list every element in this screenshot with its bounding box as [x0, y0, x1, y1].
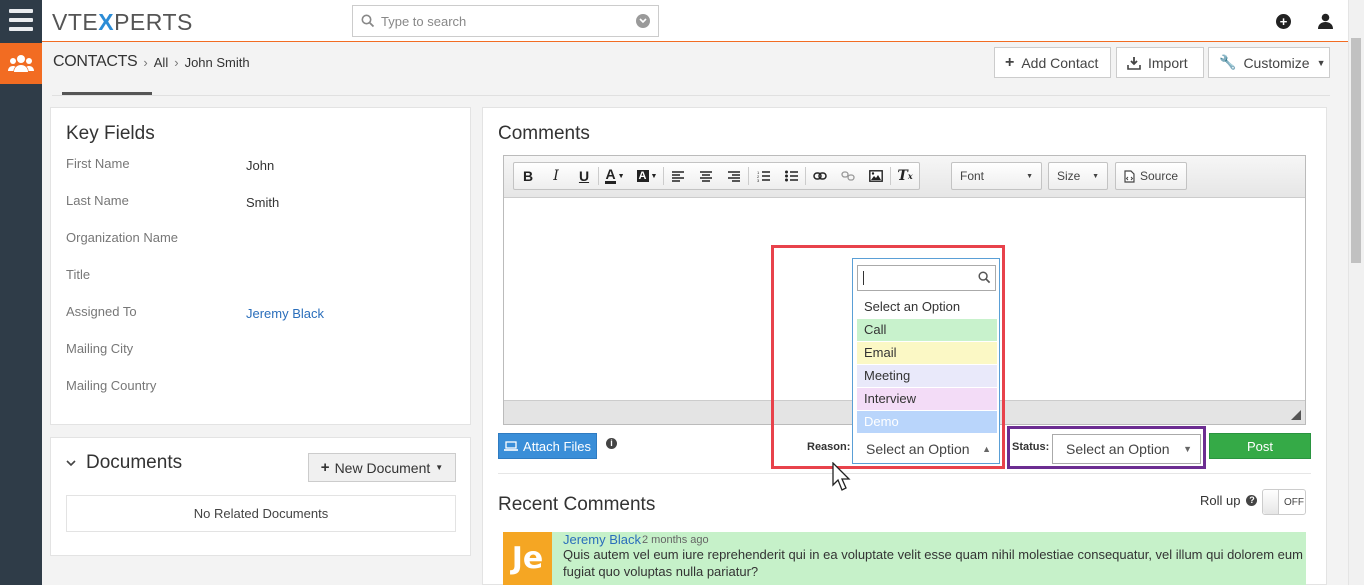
documents-toggle[interactable]: Documents — [66, 452, 182, 474]
reason-search-input[interactable] — [857, 265, 996, 291]
background-color-icon[interactable]: A ▼ — [631, 163, 663, 189]
reason-label: Reason: — [807, 441, 851, 453]
chevron-down-icon[interactable] — [636, 14, 650, 28]
caret-down-icon: ▼ — [1316, 57, 1326, 68]
key-fields-title: Key Fields — [66, 123, 155, 144]
breadcrumb: CONTACTS › All › John Smith — [53, 53, 250, 71]
left-rail — [0, 0, 42, 585]
resize-handle-icon[interactable] — [1291, 410, 1301, 420]
field-label: Mailing Country — [66, 378, 157, 393]
reason-option[interactable]: Call — [857, 319, 997, 341]
formatting-toolbar: B I U A ▼ A ▼ 123 Tx — [513, 162, 920, 190]
add-contact-button[interactable]: + Add Contact — [994, 47, 1111, 78]
field-label: Mailing City — [66, 341, 134, 356]
avatar: Je — [503, 532, 552, 585]
mouse-cursor-icon — [832, 461, 852, 497]
font-dropdown[interactable]: Font ▼ — [951, 162, 1042, 190]
source-button[interactable]: Source — [1115, 162, 1187, 190]
new-document-button[interactable]: + New Document ▼ — [308, 453, 456, 482]
reason-option[interactable]: Select an Option — [857, 296, 997, 318]
reason-option-highlighted[interactable]: Demo — [857, 411, 997, 433]
unlink-icon[interactable] — [834, 163, 862, 189]
align-center-icon[interactable] — [692, 163, 720, 189]
caret-up-icon: ▲ — [982, 443, 991, 454]
breadcrumb-module[interactable]: CONTACTS — [53, 53, 138, 71]
field-label: Last Name — [66, 193, 129, 208]
status-label: Status: — [1012, 441, 1050, 453]
plus-icon: + — [1005, 53, 1015, 71]
help-icon[interactable]: ? — [1246, 495, 1258, 506]
header-divider — [52, 95, 1330, 96]
comment-text: Quis autem vel eum iure reprehenderit qu… — [563, 547, 1303, 579]
comment-author[interactable]: Jeremy Black — [563, 532, 641, 547]
search-icon — [361, 14, 375, 28]
bullet-list-icon[interactable] — [777, 163, 805, 189]
import-button[interactable]: Import — [1116, 47, 1204, 78]
reason-option[interactable]: Email — [857, 342, 997, 364]
reason-select[interactable]: Select an Option ▲ — [852, 434, 1000, 464]
field-value-last-name[interactable]: Smith — [246, 195, 279, 210]
text-color-icon[interactable]: A ▼ — [599, 163, 631, 189]
field-value-first-name[interactable]: John — [246, 158, 274, 173]
status-select[interactable]: Select an Option ▼ — [1052, 434, 1201, 464]
download-icon — [1127, 56, 1141, 70]
comment-timestamp: 2 months ago — [642, 534, 709, 546]
contacts-module-icon[interactable] — [0, 43, 42, 84]
user-icon[interactable] — [1318, 13, 1333, 34]
caret-down-icon: ▼ — [435, 463, 444, 472]
field-label: Organization Name — [66, 230, 178, 245]
wrench-icon: 🔧 — [1219, 54, 1237, 70]
field-value-assigned-to[interactable]: Jeremy Black — [246, 306, 324, 321]
align-right-icon[interactable] — [720, 163, 748, 189]
recent-comments-title: Recent Comments — [498, 494, 656, 515]
menu-icon[interactable] — [9, 9, 33, 31]
breadcrumb-filter[interactable]: All — [154, 55, 168, 70]
chevron-right-icon: › — [174, 54, 179, 70]
underline-icon[interactable]: U — [570, 163, 598, 189]
search-placeholder[interactable]: Type to search — [381, 14, 636, 29]
rollup-toggle[interactable]: OFF — [1262, 489, 1306, 515]
field-label: Assigned To — [66, 304, 137, 319]
global-search[interactable]: Type to search — [352, 5, 659, 37]
caret-down-icon: ▼ — [1092, 172, 1099, 180]
svg-text:3: 3 — [757, 178, 760, 182]
post-button[interactable]: Post — [1209, 433, 1311, 459]
info-icon[interactable]: i — [606, 438, 617, 449]
bold-icon[interactable]: B — [514, 163, 542, 189]
top-bar — [42, 0, 1348, 42]
link-icon[interactable] — [806, 163, 834, 189]
remove-format-icon[interactable]: Tx — [891, 163, 919, 189]
caret-down-icon: ▼ — [1026, 172, 1033, 180]
field-label: First Name — [66, 156, 130, 171]
scrollbar-thumb[interactable] — [1351, 38, 1361, 263]
customize-button[interactable]: 🔧 Customize ▼ — [1208, 47, 1330, 78]
reason-option[interactable]: Meeting — [857, 365, 997, 387]
rollup-label: Roll up ? — [1200, 493, 1258, 508]
chevron-down-icon — [66, 459, 76, 466]
documents-title: Documents — [86, 452, 183, 473]
text-caret — [863, 271, 864, 285]
italic-icon[interactable]: I — [542, 163, 570, 189]
field-label: Title — [66, 267, 91, 282]
chevron-right-icon: › — [143, 54, 148, 70]
image-icon[interactable] — [862, 163, 890, 189]
app-logo[interactable]: VTEXPERTS — [52, 9, 193, 36]
no-documents-message: No Related Documents — [66, 495, 456, 532]
recent-divider — [498, 473, 1311, 474]
search-icon — [978, 271, 991, 289]
source-icon — [1124, 169, 1135, 183]
plus-icon: + — [320, 459, 330, 476]
breadcrumb-record: John Smith — [184, 54, 250, 70]
size-dropdown[interactable]: Size ▼ — [1048, 162, 1108, 190]
reason-option[interactable]: Interview — [857, 388, 997, 410]
quick-create-icon[interactable]: + — [1276, 14, 1291, 29]
caret-down-icon: ▼ — [1183, 444, 1192, 454]
laptop-icon — [504, 441, 519, 451]
comments-title: Comments — [498, 123, 590, 144]
toggle-knob[interactable] — [1263, 490, 1279, 514]
align-left-icon[interactable] — [664, 163, 692, 189]
toggle-state: OFF — [1284, 496, 1304, 508]
attach-files-button[interactable]: Attach Files — [498, 433, 597, 459]
numbered-list-icon[interactable]: 123 — [749, 163, 777, 189]
